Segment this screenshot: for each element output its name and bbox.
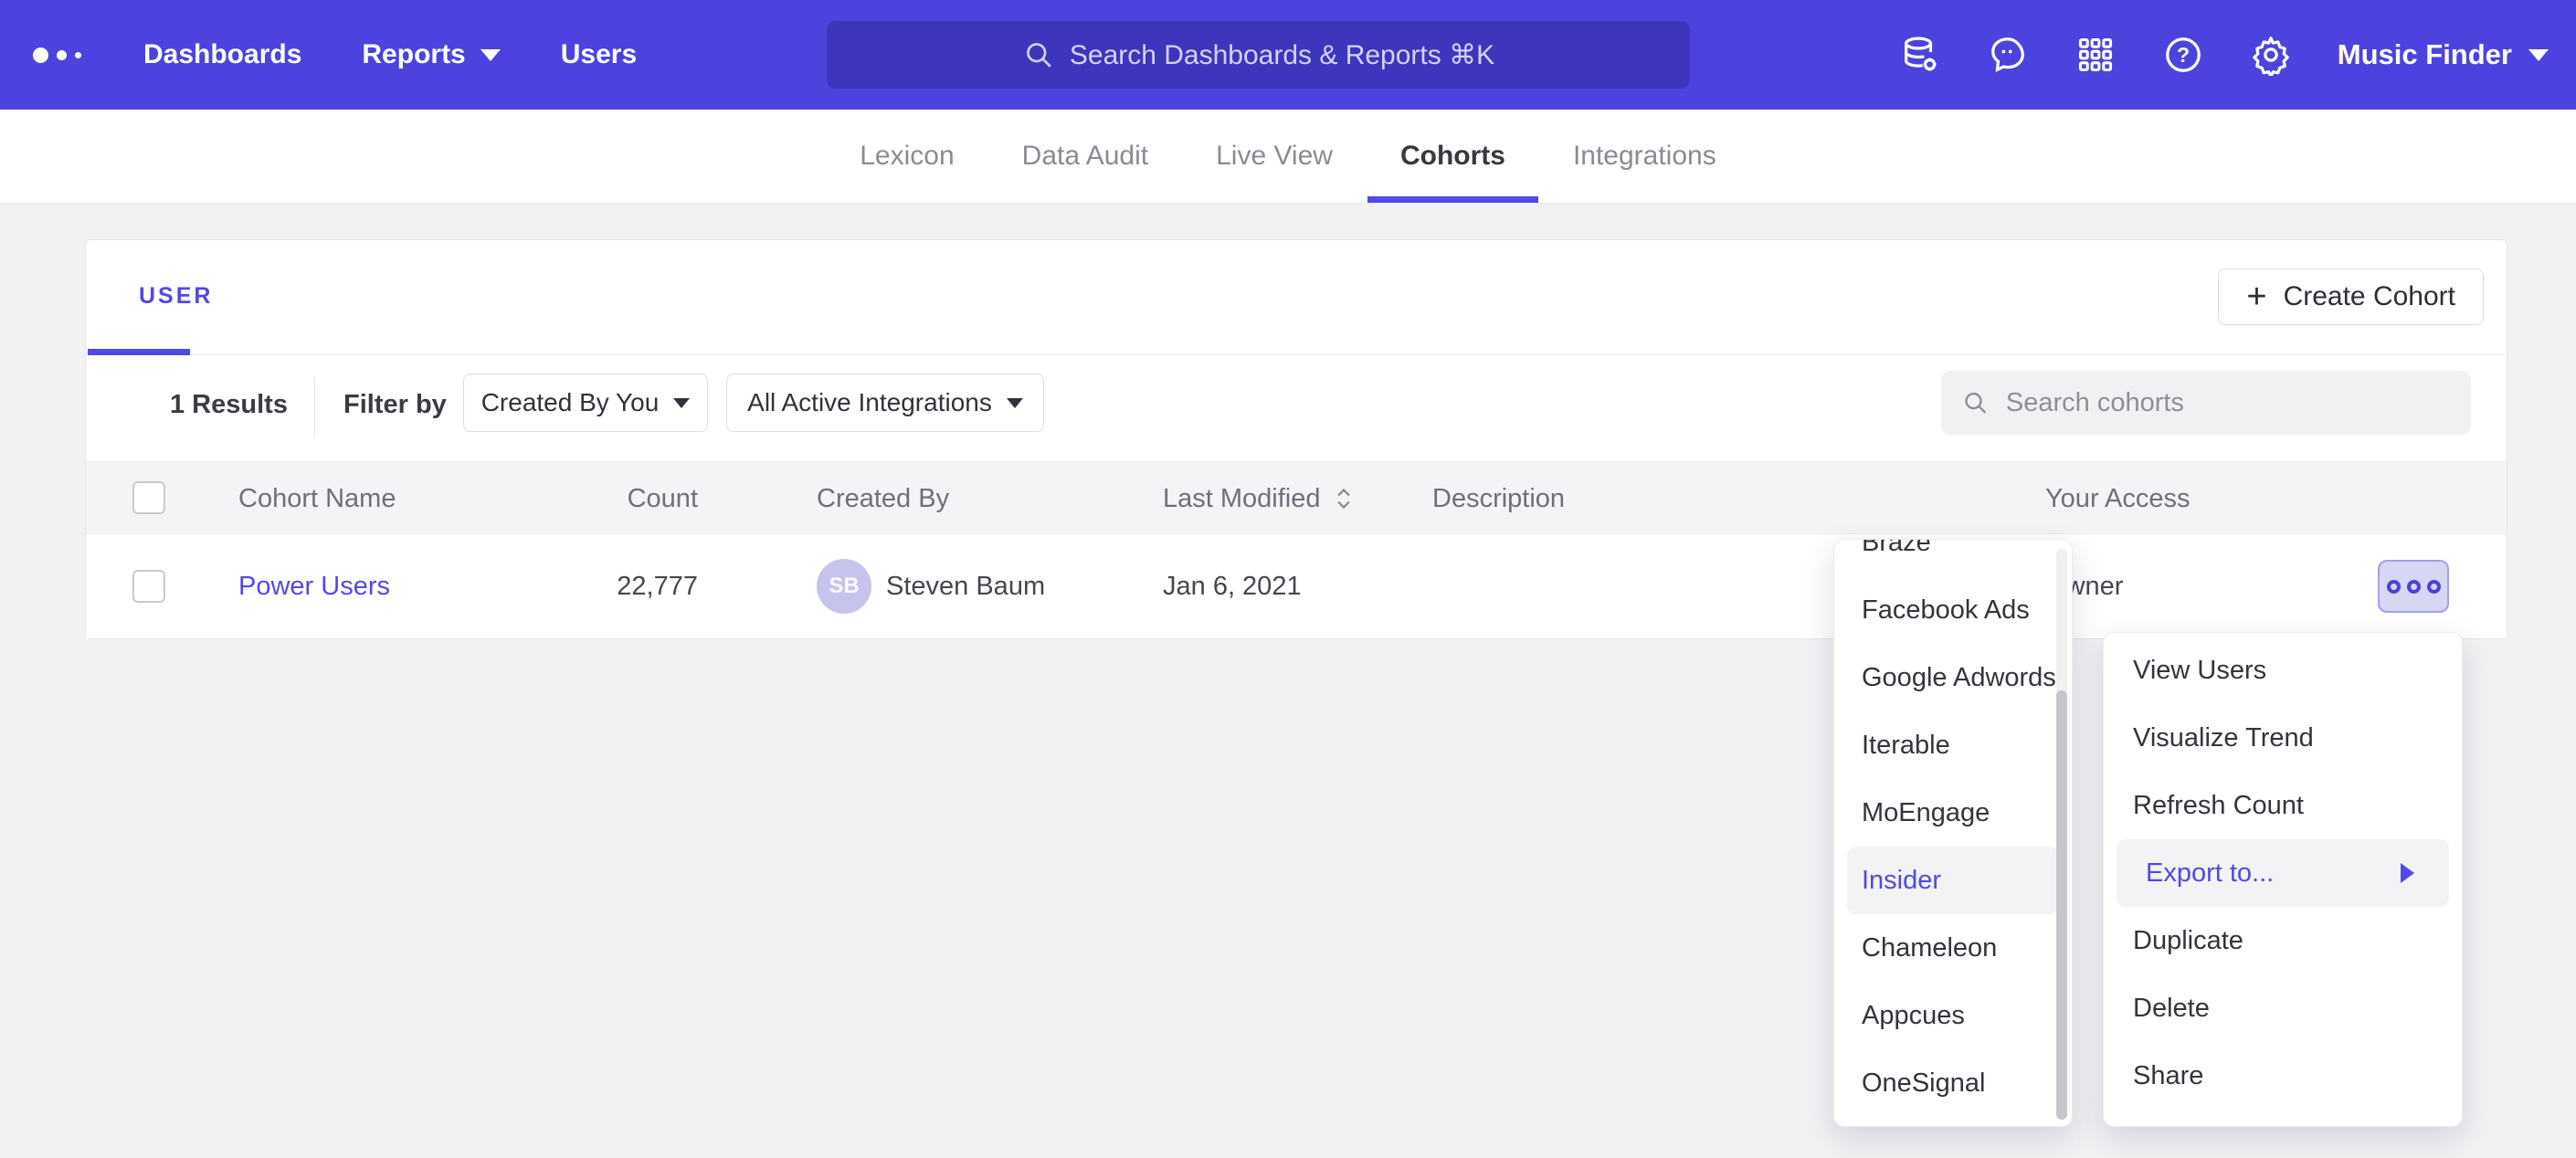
nav-reports[interactable]: Reports xyxy=(362,39,500,70)
menu-item-duplicate[interactable]: Duplicate xyxy=(2104,907,2462,974)
integrations-filter-dropdown[interactable]: All Active Integrations xyxy=(726,374,1044,432)
header-created-by: Created By xyxy=(817,462,949,535)
menu-item-visualize-trend[interactable]: Visualize Trend xyxy=(2104,704,2462,772)
feedback-chat-icon[interactable] xyxy=(1987,34,2029,76)
menu-item-moengage[interactable]: MoEngage xyxy=(1834,779,2072,847)
active-tab-underline xyxy=(88,349,190,355)
header-your-access: Your Access xyxy=(2045,462,2191,535)
dot-icon xyxy=(2387,580,2401,594)
cohorts-panel: USER + Create Cohort 1 Results Filter by… xyxy=(85,239,2507,639)
row-checkbox[interactable] xyxy=(132,570,165,603)
creator-name: Steven Baum xyxy=(886,572,1045,602)
tab-data-audit[interactable]: Data Audit xyxy=(1019,110,1152,203)
global-search-bar[interactable]: Search Dashboards & Reports ⌘K xyxy=(827,21,1690,89)
section-tabs: Lexicon Data Audit Live View Cohorts Int… xyxy=(0,110,2576,204)
created-by-cell: SB Steven Baum xyxy=(817,534,1045,638)
menu-item-google-adwords[interactable]: Google Adwords xyxy=(1834,644,2072,711)
topbar-actions: ? Music Finder xyxy=(1899,0,2549,110)
cohort-name-link[interactable]: Power Users xyxy=(238,572,390,602)
menu-item-refresh-count[interactable]: Refresh Count xyxy=(2104,772,2462,839)
avatar: SB xyxy=(817,559,871,614)
nav-dashboards[interactable]: Dashboards xyxy=(143,39,301,70)
divider xyxy=(314,377,315,437)
project-switcher[interactable]: Music Finder xyxy=(2338,38,2549,71)
chevron-down-icon xyxy=(673,398,690,408)
created-by-filter-dropdown[interactable]: Created By You xyxy=(463,374,708,432)
menu-item-insider[interactable]: Insider xyxy=(1847,847,2059,914)
results-count: 1 Results xyxy=(170,390,288,420)
filter-by-label: Filter by xyxy=(343,390,447,420)
header-cohort-name: Cohort Name xyxy=(238,462,396,535)
header-count: Count xyxy=(579,462,698,535)
tab-lexicon[interactable]: Lexicon xyxy=(856,110,957,203)
filter-toolbar: 1 Results Filter by Created By You All A… xyxy=(86,355,2507,461)
menu-item-facebook-ads[interactable]: Facebook Ads xyxy=(1834,576,2072,644)
scrollbar-thumb[interactable] xyxy=(2056,690,2067,1120)
help-icon[interactable]: ? xyxy=(2162,34,2204,76)
search-icon xyxy=(1022,38,1055,71)
dot-icon xyxy=(2427,580,2441,594)
table-row: Power Users 22,777 SB Steven Baum Jan 6,… xyxy=(86,534,2507,638)
tab-live-view[interactable]: Live View xyxy=(1212,110,1336,203)
tab-integrations[interactable]: Integrations xyxy=(1569,110,1720,203)
table-header-row: Cohort Name Count Created By Last Modifi… xyxy=(86,461,2507,534)
settings-gear-icon[interactable] xyxy=(2250,34,2292,76)
menu-item-chameleon[interactable]: Chameleon xyxy=(1834,914,2072,982)
tab-user[interactable]: USER xyxy=(139,283,213,310)
nav-users[interactable]: Users xyxy=(561,39,637,70)
chevron-down-icon xyxy=(2528,49,2549,61)
plus-icon: + xyxy=(2246,279,2266,314)
sort-icon xyxy=(1334,487,1354,511)
dot-icon xyxy=(2407,580,2421,594)
export-destinations-menu: Braze Facebook Ads Google Adwords Iterab… xyxy=(1833,539,2073,1127)
header-description: Description xyxy=(1432,462,1565,535)
apps-grid-icon[interactable] xyxy=(2075,34,2117,76)
select-all-checkbox[interactable] xyxy=(132,481,165,514)
tab-cohorts[interactable]: Cohorts xyxy=(1397,110,1509,203)
svg-text:?: ? xyxy=(2177,43,2190,67)
row-actions-button[interactable] xyxy=(2378,560,2449,613)
menu-item-delete[interactable]: Delete xyxy=(2104,974,2462,1042)
header-last-modified[interactable]: Last Modified xyxy=(1163,462,1354,535)
top-navigation-bar: Dashboards Reports Users Search Dashboar… xyxy=(0,0,2576,110)
menu-item-onesignal[interactable]: OneSignal xyxy=(1834,1049,2072,1117)
global-search-placeholder: Search Dashboards & Reports ⌘K xyxy=(1070,39,1494,71)
data-management-icon[interactable] xyxy=(1899,34,1941,76)
cohort-count: 22,777 xyxy=(579,534,698,638)
chevron-down-icon xyxy=(480,49,501,61)
menu-item-appcues[interactable]: Appcues xyxy=(1834,982,2072,1049)
cohort-search-input[interactable] xyxy=(2006,388,2451,418)
menu-item-export-to[interactable]: Export to... xyxy=(2117,839,2449,907)
search-icon xyxy=(1961,387,1990,418)
create-cohort-button[interactable]: + Create Cohort xyxy=(2218,268,2484,325)
primary-nav: Dashboards Reports Users xyxy=(143,0,637,110)
menu-item-braze[interactable]: Braze xyxy=(1834,540,2072,576)
submenu-arrow-icon xyxy=(2401,863,2414,883)
menu-item-share[interactable]: Share xyxy=(2104,1042,2462,1110)
cohort-search-field xyxy=(1941,371,2471,435)
mixpanel-logo-icon[interactable] xyxy=(33,0,81,110)
menu-item-view-users[interactable]: View Users xyxy=(2104,637,2462,704)
cohort-type-tabs: USER + Create Cohort xyxy=(86,240,2507,355)
chevron-down-icon xyxy=(1007,398,1023,408)
last-modified-cell: Jan 6, 2021 xyxy=(1163,534,1302,638)
menu-item-iterable[interactable]: Iterable xyxy=(1834,711,2072,779)
row-context-menu: View Users Visualize Trend Refresh Count… xyxy=(2103,632,2463,1127)
project-name: Music Finder xyxy=(2338,38,2512,71)
